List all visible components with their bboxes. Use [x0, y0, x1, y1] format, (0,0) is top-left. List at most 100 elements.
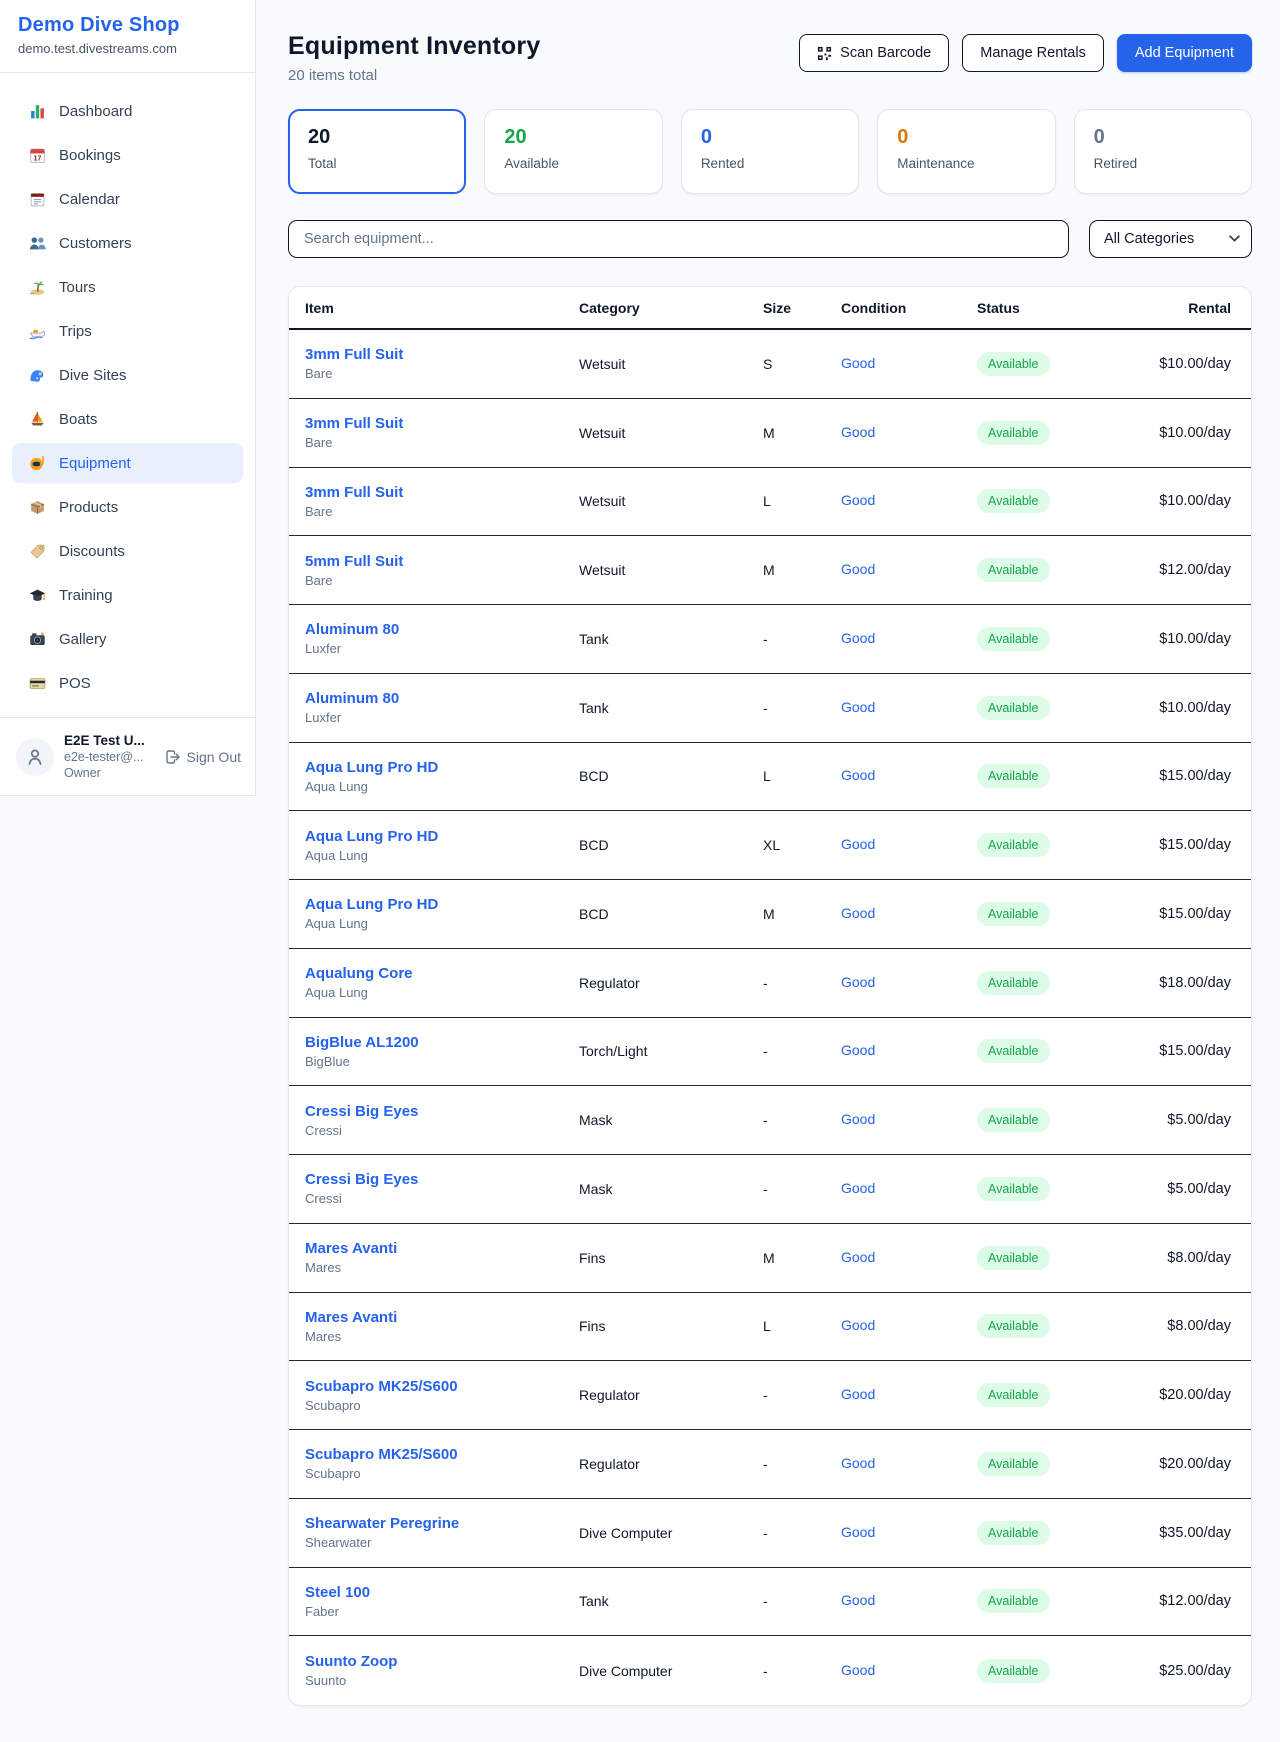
item-name-link[interactable]: Aqualung Core [305, 965, 579, 982]
sidebar-item-dive-sites[interactable]: Dive Sites [12, 355, 243, 395]
item-name-link[interactable]: Aluminum 80 [305, 690, 579, 707]
condition-link[interactable]: Good [841, 561, 875, 577]
sidebar-item-discounts[interactable]: Discounts [12, 531, 243, 571]
camera-icon [29, 631, 46, 648]
col-header-condition: Condition [841, 300, 977, 316]
condition-link[interactable]: Good [841, 1455, 875, 1471]
condition-link[interactable]: Good [841, 1180, 875, 1196]
rental-cell: $10.00/day [1159, 631, 1231, 647]
rental-cell: $25.00/day [1159, 1663, 1231, 1679]
table-row: Aluminum 80 Luxfer Tank - Good Available… [289, 605, 1251, 674]
credit-card-icon [29, 675, 46, 692]
sidebar-item-customers[interactable]: Customers [12, 223, 243, 263]
item-name-link[interactable]: Mares Avanti [305, 1309, 579, 1326]
sidebar-item-trips[interactable]: Trips [12, 311, 243, 351]
sign-out-label: Sign Out [187, 749, 241, 765]
item-name-link[interactable]: Cressi Big Eyes [305, 1171, 579, 1188]
condition-link[interactable]: Good [841, 1249, 875, 1265]
item-name-link[interactable]: Cressi Big Eyes [305, 1103, 579, 1120]
search-input[interactable] [288, 220, 1069, 258]
status-badge: Available [977, 902, 1050, 926]
condition-link[interactable]: Good [841, 905, 875, 921]
item-name-link[interactable]: 3mm Full Suit [305, 346, 579, 363]
item-name-link[interactable]: Aqua Lung Pro HD [305, 896, 579, 913]
stat-card[interactable]: 0 Maintenance [877, 109, 1055, 194]
category-cell: Dive Computer [579, 1525, 763, 1541]
category-cell: Mask [579, 1181, 763, 1197]
condition-link[interactable]: Good [841, 630, 875, 646]
status-badge: Available [977, 971, 1050, 995]
condition-link[interactable]: Good [841, 355, 875, 371]
add-equipment-button[interactable]: Add Equipment [1117, 34, 1252, 72]
condition-link[interactable]: Good [841, 699, 875, 715]
item-name-link[interactable]: Shearwater Peregrine [305, 1515, 579, 1532]
sidebar-item-tours[interactable]: Tours [12, 267, 243, 307]
item-name-link[interactable]: Scubapro MK25/S600 [305, 1446, 579, 1463]
stat-card[interactable]: 0 Retired [1074, 109, 1252, 194]
condition-link[interactable]: Good [841, 1111, 875, 1127]
condition-link[interactable]: Good [841, 1386, 875, 1402]
item-name-link[interactable]: 3mm Full Suit [305, 415, 579, 432]
calendar-date-icon: 17 [29, 147, 46, 164]
stat-card[interactable]: 20 Total [288, 109, 466, 194]
item-brand: Aqua Lung [305, 916, 579, 931]
condition-link[interactable]: Good [841, 767, 875, 783]
item-name-link[interactable]: Aqua Lung Pro HD [305, 828, 579, 845]
condition-link[interactable]: Good [841, 492, 875, 508]
sidebar-item-label: POS [59, 675, 91, 692]
package-icon [29, 499, 46, 516]
table-row: Steel 100 Faber Tank - Good Available $1… [289, 1568, 1251, 1637]
stat-card[interactable]: 20 Available [484, 109, 662, 194]
item-name-link[interactable]: Steel 100 [305, 1584, 579, 1601]
item-name-link[interactable]: BigBlue AL1200 [305, 1034, 579, 1051]
sidebar-item-products[interactable]: Products [12, 487, 243, 527]
condition-link[interactable]: Good [841, 836, 875, 852]
rental-cell: $10.00/day [1159, 425, 1231, 441]
size-cell: - [763, 1387, 841, 1403]
item-brand: Shearwater [305, 1535, 579, 1550]
sidebar-item-pos[interactable]: POS [12, 663, 243, 703]
condition-link[interactable]: Good [841, 1662, 875, 1678]
item-name-link[interactable]: Scubapro MK25/S600 [305, 1378, 579, 1395]
item-name-link[interactable]: 5mm Full Suit [305, 553, 579, 570]
graduation-cap-icon [29, 587, 46, 604]
condition-link[interactable]: Good [841, 1317, 875, 1333]
item-name-link[interactable]: Aqua Lung Pro HD [305, 759, 579, 776]
condition-link[interactable]: Good [841, 974, 875, 990]
table-row: Aluminum 80 Luxfer Tank - Good Available… [289, 674, 1251, 743]
category-cell: Fins [579, 1318, 763, 1334]
item-brand: Aqua Lung [305, 779, 579, 794]
scan-barcode-button[interactable]: Scan Barcode [799, 34, 949, 72]
condition-link[interactable]: Good [841, 1524, 875, 1540]
condition-link[interactable]: Good [841, 1592, 875, 1608]
sidebar-item-dashboard[interactable]: Dashboard [12, 91, 243, 131]
sidebar-item-gallery[interactable]: Gallery [12, 619, 243, 659]
category-cell: Regulator [579, 975, 763, 991]
condition-link[interactable]: Good [841, 1042, 875, 1058]
sidebar-item-bookings[interactable]: 17 Bookings [12, 135, 243, 175]
sign-out-button[interactable]: Sign Out [165, 749, 241, 765]
rental-cell: $10.00/day [1159, 493, 1231, 509]
sidebar-item-training[interactable]: Training [12, 575, 243, 615]
condition-link[interactable]: Good [841, 424, 875, 440]
main-content: Equipment Inventory 20 items total Scan … [256, 0, 1280, 1742]
sidebar-item-equipment[interactable]: Equipment [12, 443, 243, 483]
stat-card[interactable]: 0 Rented [681, 109, 859, 194]
sidebar-item-calendar[interactable]: Calendar [12, 179, 243, 219]
item-name-link[interactable]: Suunto Zoop [305, 1653, 579, 1670]
item-name-link[interactable]: Aluminum 80 [305, 621, 579, 638]
brand-block: Demo Dive Shop demo.test.divestreams.com [0, 0, 255, 72]
item-name-link[interactable]: Mares Avanti [305, 1240, 579, 1257]
status-badge: Available [977, 1383, 1050, 1407]
island-icon [29, 279, 46, 296]
manage-rentals-button[interactable]: Manage Rentals [962, 34, 1104, 72]
item-name-link[interactable]: 3mm Full Suit [305, 484, 579, 501]
category-select[interactable]: All Categories [1089, 220, 1252, 258]
sidebar-item-label: Gallery [59, 631, 107, 648]
sidebar-item-label: Bookings [59, 147, 121, 164]
tag-icon [29, 543, 46, 560]
brand-title[interactable]: Demo Dive Shop [18, 14, 237, 37]
sidebar-item-label: Products [59, 499, 118, 516]
sidebar-item-boats[interactable]: Boats [12, 399, 243, 439]
category-cell: Mask [579, 1112, 763, 1128]
